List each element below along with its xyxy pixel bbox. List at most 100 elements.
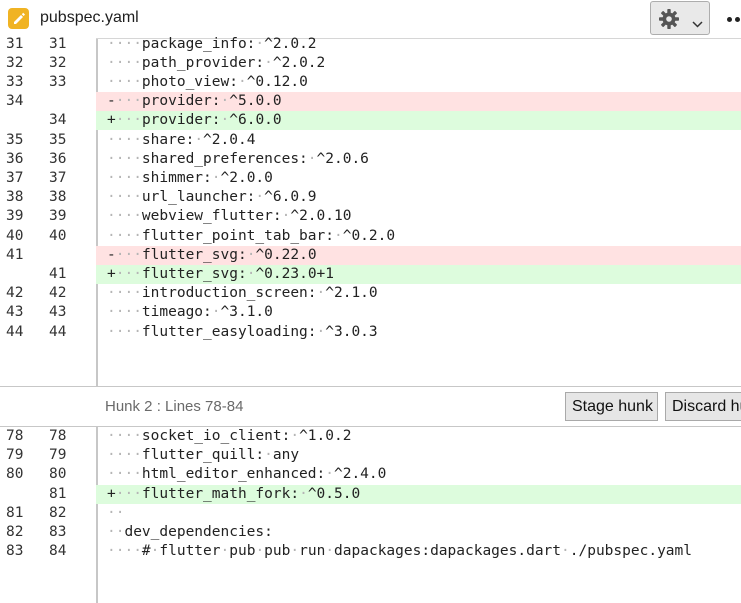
code-content: url_launcher:·^6.0.9 (141, 189, 317, 206)
diff-line[interactable]: 42 42 ····introduction_screen:·^2.1.0 (0, 284, 741, 304)
whitespace-marker: ···· (107, 208, 142, 225)
diff-line[interactable]: 36 36 ····shared_preferences:·^2.0.6 (0, 149, 741, 169)
new-line-number: 79 (49, 447, 67, 464)
whitespace-marker: ···· (107, 227, 142, 244)
code-text: ····#·flutter·pub·pub·run·dapackages:dap… (107, 542, 692, 561)
code-text: ····path_provider:·^2.0.2 (107, 54, 325, 73)
minus-marker: - (107, 246, 116, 263)
code-text: +···flutter_math_fork:·^0.5.0 (107, 485, 360, 504)
code-content: flutter_math_fork:·^0.5.0 (141, 485, 361, 502)
code-content: provider:·^5.0.0 (141, 93, 282, 110)
diff-line[interactable]: 39 39 ····webview_flutter:·^2.0.10 (0, 207, 741, 227)
diff-line[interactable]: 33 33 ····photo_view:·^0.12.0 (0, 72, 741, 93)
code-content: provider:·^6.0.0 (141, 112, 282, 129)
code-content: webview_flutter:·^2.0.10 (141, 208, 352, 225)
old-line-number: 78 (6, 428, 24, 444)
diff-line[interactable]: 83 84 ····#·flutter·pub·pub·run·dapackages… (0, 542, 741, 562)
code-content: html_editor_enhanced:·^2.4.0 (141, 466, 387, 483)
code-text: ·· (107, 504, 124, 523)
whitespace-marker: ··· (115, 112, 142, 129)
discard-hunk-button[interactable]: Discard hu (665, 392, 741, 421)
diff-line[interactable]: 37 37 ····shimmer:·^2.0.0 (0, 168, 741, 189)
new-line-number: 31 (49, 35, 67, 52)
diff-line[interactable]: 79 79 ····flutter_quill:·any (0, 446, 741, 466)
code-content: shared_preferences:·^2.0.6 (141, 150, 369, 167)
diff-line-removed[interactable]: 41 -···flutter_svg:·^0.22.0 (0, 245, 741, 265)
whitespace-marker: ···· (107, 428, 142, 444)
code-content: photo_view:·^0.12.0 (141, 73, 308, 90)
old-line-number: 42 (6, 285, 24, 302)
minus-marker: - (107, 93, 116, 110)
code-content: share:·^2.0.4 (141, 131, 256, 148)
code-content: flutter_svg:·^0.23.0+1 (141, 265, 335, 282)
diff-line[interactable]: 81 82 ·· (0, 503, 741, 523)
old-line-number: 39 (6, 208, 24, 225)
whitespace-marker: ···· (107, 543, 142, 560)
diff-line-added[interactable]: 41 +···flutter_svg:·^0.23.0+1 (0, 264, 741, 285)
code-text: ····introduction_screen:·^2.1.0 (107, 284, 378, 303)
diff-line[interactable]: 78 78 ····socket_io_client:·^1.0.2 (0, 427, 741, 447)
new-line-number: 80 (49, 466, 67, 483)
old-line-number: 34 (6, 93, 24, 110)
code-text: ····photo_view:·^0.12.0 (107, 73, 308, 92)
whitespace-marker: ···· (107, 35, 142, 52)
code-text: ····webview_flutter:·^2.0.10 (107, 207, 351, 226)
new-line-number: 38 (49, 189, 67, 206)
new-line-number: 39 (49, 208, 67, 225)
code-text: ····package_info:·^2.0.2 (107, 35, 317, 54)
whitespace-marker: ···· (107, 131, 142, 148)
old-line-number: 44 (6, 323, 24, 340)
old-line-number: 41 (6, 246, 24, 263)
file-title: pubspec.yaml (40, 9, 139, 26)
diff-line[interactable]: 82 83 ··dev_dependencies: (0, 523, 741, 543)
code-text: ····timeago:·^3.1.0 (107, 303, 273, 322)
code-content: flutter_easyloading:·^3.0.3 (141, 323, 378, 340)
code-content: timeago:·^3.1.0 (141, 304, 273, 321)
line-number-gutter (0, 111, 96, 131)
code-text: ····share:·^2.0.4 (107, 131, 255, 150)
diff-line-added[interactable]: 34 +···provider:·^6.0.0 (0, 111, 741, 131)
code-content: dev_dependencies: (124, 524, 273, 540)
code-text: ····shared_preferences:·^2.0.6 (107, 150, 369, 169)
diff-line[interactable]: 43 43 ····timeago:·^3.1.0 (0, 303, 741, 323)
new-line-number: 82 (49, 504, 67, 521)
plus-marker: + (107, 485, 116, 502)
old-line-number: 82 (6, 524, 24, 540)
new-line-number: 83 (49, 524, 67, 540)
old-line-number: 33 (6, 73, 24, 90)
whitespace-marker: ···· (107, 169, 142, 186)
code-content: flutter_svg:·^0.22.0 (141, 246, 317, 263)
diff-line[interactable]: 32 32 ····path_provider:·^2.0.2 (0, 53, 741, 73)
new-line-number: 40 (49, 227, 67, 244)
whitespace-marker: ···· (107, 150, 142, 167)
diff-line-removed[interactable]: 34 -···provider:·^5.0.0 (0, 92, 741, 112)
whitespace-marker: ··· (115, 265, 142, 282)
new-line-number: 41 (49, 265, 67, 282)
whitespace-marker: ···· (107, 447, 142, 464)
stage-hunk-button[interactable]: Stage hunk (565, 392, 658, 421)
hunk-2-header: Hunk 2 : Lines 78-84 Stage hunk Discard … (0, 387, 741, 426)
diff-line-added[interactable]: 81 +···flutter_math_fork:·^0.5.0 (0, 484, 741, 504)
code-text: ····socket_io_client:·^1.0.2 (107, 427, 351, 446)
old-line-number: 79 (6, 447, 24, 464)
code-content: package_info:·^2.0.2 (141, 35, 317, 52)
diff-line[interactable]: 80 80 ····html_editor_enhanced:·^2.4.0 (0, 465, 741, 485)
diff-line[interactable]: 40 40 ····flutter_point_tab_bar:·^0.2.0 (0, 226, 741, 246)
new-line-number: 81 (49, 485, 67, 502)
old-line-number: 81 (6, 504, 24, 521)
old-line-number: 37 (6, 169, 24, 186)
old-line-number: 35 (6, 131, 24, 148)
new-line-number: 34 (49, 112, 67, 129)
old-line-number: 40 (6, 227, 24, 244)
diff-line[interactable]: 38 38 ····url_launcher:·^6.0.9 (0, 188, 741, 208)
settings-dropdown-button[interactable] (650, 1, 710, 35)
diff-line[interactable]: 44 44 ····flutter_easyloading:·^3.0.3 (0, 322, 741, 342)
whitespace-marker: ···· (107, 189, 142, 206)
diff-line[interactable]: 31 31 ····package_info:·^2.0.2 (0, 34, 741, 54)
whitespace-marker: ···· (107, 304, 142, 321)
diff-line[interactable]: 35 35 ····share:·^2.0.4 (0, 130, 741, 150)
code-content: socket_io_client:·^1.0.2 (141, 428, 352, 444)
new-line-number: 35 (49, 131, 67, 148)
whitespace-marker: ·· (107, 524, 125, 540)
whitespace-marker: ··· (115, 93, 142, 110)
